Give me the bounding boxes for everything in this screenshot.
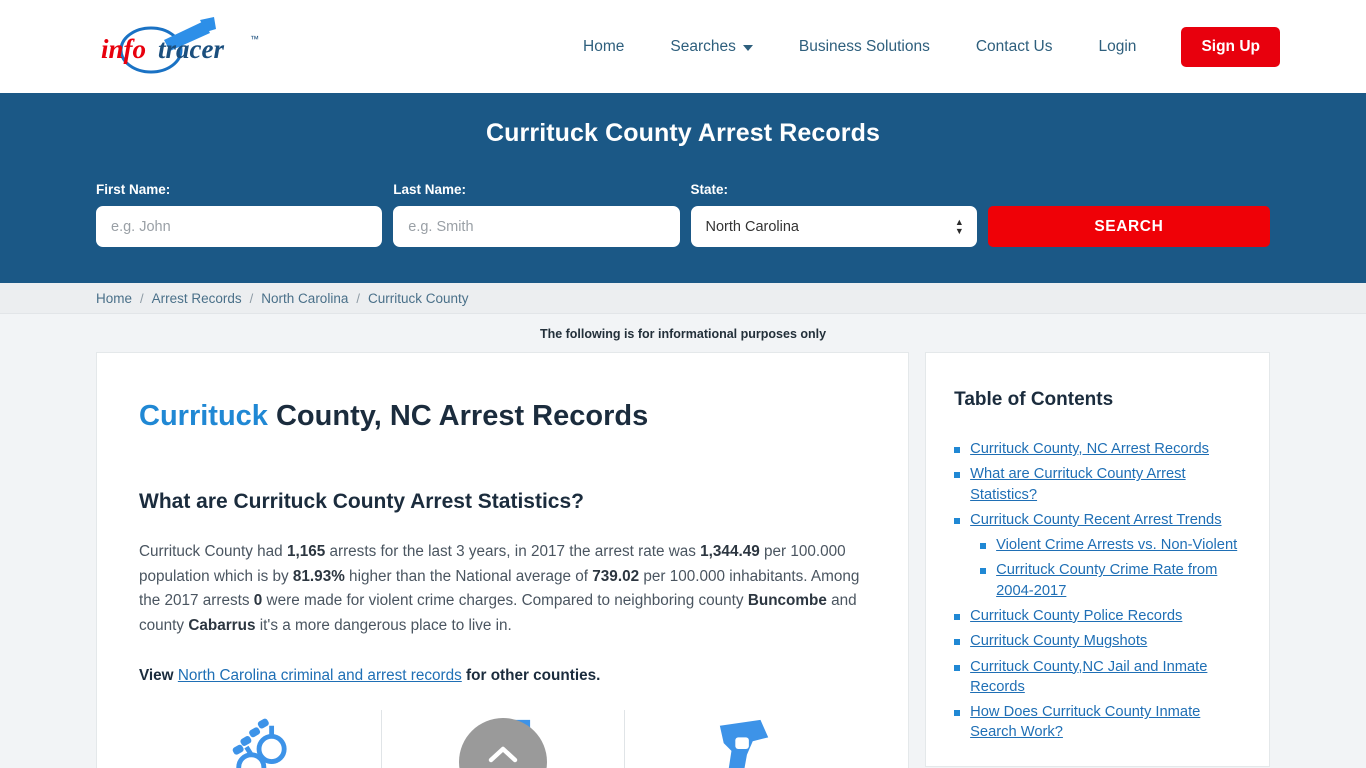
list-item: Currituck County Recent Arrest Trends — [954, 510, 1241, 530]
article-card: Currituck County, NC Arrest Records What… — [96, 352, 910, 768]
stat-percent-higher: 81.93% — [292, 567, 345, 585]
nav-label: Login — [1098, 37, 1137, 55]
breadcrumb-item-arrest-records[interactable]: Arrest Records — [152, 291, 242, 306]
bullet-icon — [980, 568, 987, 575]
table-of-contents-card: Table of Contents Currituck County, NC A… — [925, 352, 1270, 767]
handgun-icon — [719, 720, 769, 768]
last-name-input[interactable] — [393, 206, 680, 247]
nav-item-home[interactable]: Home — [560, 38, 647, 56]
toc-link-jail-inmate-records[interactable]: Currituck County,NC Jail and Inmate Reco… — [970, 657, 1241, 698]
list-item: Currituck County Mugshots — [954, 631, 1241, 651]
nav-item-business-solutions[interactable]: Business Solutions — [776, 38, 953, 56]
list-item: Violent Crime Arrests vs. Non-Violent — [954, 535, 1241, 555]
page-body: Currituck County, NC Arrest Records What… — [0, 352, 1366, 768]
handcuffs-cell — [139, 710, 381, 768]
page-title: Currituck County Arrest Records — [486, 119, 880, 147]
para-text: were made for violent crime charges. Com… — [262, 592, 748, 610]
main-navigation: Home Searches Business Solutions Contact… — [560, 26, 1280, 67]
svg-text:™: ™ — [250, 34, 259, 44]
hero-search-section: Currituck County Arrest Records First Na… — [0, 93, 1366, 283]
chevron-up-icon — [488, 747, 517, 763]
bullet-icon — [954, 664, 961, 671]
para-text: arrests for the last 3 years, in 2017 th… — [325, 542, 701, 560]
svg-text:info: info — [101, 34, 146, 64]
bullet-icon — [954, 613, 961, 620]
para-text: Currituck County had — [139, 542, 287, 560]
bullet-icon — [954, 639, 961, 646]
breadcrumb-item-currituck-county: Currituck County — [367, 290, 469, 306]
arrest-statistics-paragraph: Currituck County had 1,165 arrests for t… — [139, 540, 866, 639]
list-item: Currituck County Police Records — [954, 606, 1241, 626]
view-prefix: View — [139, 666, 178, 684]
toc-list: Currituck County, NC Arrest Records What… — [954, 439, 1241, 743]
list-item: How Does Currituck County Inmate Search … — [954, 702, 1241, 743]
toc-link-recent-arrest-trends[interactable]: Currituck County Recent Arrest Trends — [970, 510, 1221, 530]
north-carolina-records-link[interactable]: North Carolina criminal and arrest recor… — [178, 667, 462, 684]
svg-text:tracer: tracer — [158, 34, 224, 64]
neighbor-county-1: Buncombe — [747, 592, 827, 610]
view-suffix: for other counties. — [461, 666, 601, 684]
toc-link-violent-vs-nonviolent[interactable]: Violent Crime Arrests vs. Non-Violent — [996, 535, 1237, 555]
state-select[interactable]: North CarolinaAlabamaAlaskaArizonaArkans… — [690, 206, 977, 247]
nav-item-searches[interactable]: Searches — [647, 38, 775, 56]
nav-label: Home — [583, 37, 625, 55]
state-group: State: North CarolinaAlabamaAlaskaArizon… — [690, 182, 977, 247]
stat-total-arrests: 1,165 — [286, 542, 326, 560]
nav-label: Contact Us — [975, 37, 1053, 55]
nav-item-login[interactable]: Login — [1076, 38, 1160, 56]
site-header: info tracer ™ Home Searches Business Sol… — [0, 0, 1366, 93]
list-item: What are Currituck County Arrest Statist… — [954, 464, 1241, 505]
bullet-icon — [954, 710, 961, 717]
toc-link-inmate-search-work[interactable]: How Does Currituck County Inmate Search … — [970, 702, 1241, 743]
para-text: it's a more dangerous place to live in. — [255, 617, 512, 635]
stat-national-average: 739.02 — [592, 567, 640, 585]
toc-title: Table of Contents — [954, 389, 1114, 410]
toc-link-crime-rate-2004-2017[interactable]: Currituck County Crime Rate from 2004-20… — [996, 560, 1241, 601]
handgun-cell — [623, 710, 866, 768]
neighbor-county-2: Cabarrus — [188, 617, 256, 635]
handcuffs-icon — [232, 718, 287, 768]
list-item: Currituck County, NC Arrest Records — [954, 439, 1241, 459]
first-name-input[interactable] — [96, 206, 383, 247]
magnifier-logo-icon: info tracer ™ — [101, 16, 259, 73]
first-name-group: First Name: — [96, 182, 383, 247]
view-records-line: View North Carolina criminal and arrest … — [139, 664, 866, 688]
bullet-icon — [954, 447, 961, 453]
nav-label: Business Solutions — [798, 37, 930, 55]
informational-disclaimer: The following is for informational purpo… — [0, 314, 1366, 352]
breadcrumb-separator: / — [249, 290, 254, 306]
bullet-icon — [954, 472, 961, 479]
bullet-icon — [980, 543, 987, 550]
state-label: State: — [690, 182, 729, 197]
nav-label: Searches — [670, 37, 736, 55]
article-title-highlight: Currituck — [139, 400, 268, 432]
list-item: Currituck County,NC Jail and Inmate Reco… — [954, 657, 1241, 698]
first-name-label: First Name: — [96, 182, 171, 197]
toc-link-mugshots[interactable]: Currituck County Mugshots — [970, 631, 1147, 651]
breadcrumb-item-home[interactable]: Home — [96, 291, 132, 306]
section-heading-arrest-statistics: What are Currituck County Arrest Statist… — [139, 489, 584, 513]
list-item: Currituck County Crime Rate from 2004-20… — [954, 560, 1241, 601]
search-button[interactable]: SEARCH — [987, 206, 1271, 247]
breadcrumb-separator: / — [356, 290, 360, 306]
sign-up-button[interactable]: Sign Up — [1181, 26, 1280, 67]
last-name-group: Last Name: — [393, 182, 680, 247]
nav-item-contact-us[interactable]: Contact Us — [953, 38, 1076, 56]
article-title-rest: County, NC Arrest Records — [267, 400, 649, 432]
breadcrumb-separator: / — [140, 290, 144, 306]
breadcrumb: Home / Arrest Records / North Carolina /… — [0, 283, 1366, 314]
toc-link-police-records[interactable]: Currituck County Police Records — [970, 606, 1182, 626]
toc-link-arrest-statistics[interactable]: What are Currituck County Arrest Statist… — [970, 464, 1241, 505]
article-title: Currituck County, NC Arrest Records — [139, 399, 866, 434]
toc-link-arrest-records[interactable]: Currituck County, NC Arrest Records — [970, 439, 1209, 459]
bullet-icon — [954, 517, 961, 524]
search-button-group: SEARCH — [987, 206, 1271, 247]
para-text: higher than the National average of — [344, 567, 593, 585]
chevron-down-icon — [742, 44, 753, 51]
breadcrumb-item-north-carolina[interactable]: North Carolina — [261, 291, 348, 306]
last-name-label: Last Name: — [393, 182, 467, 197]
infotracer-logo[interactable]: info tracer ™ — [96, 15, 286, 79]
stat-arrest-rate: 1,344.49 — [700, 542, 760, 560]
search-form: First Name: Last Name: State: North Caro… — [96, 182, 1271, 247]
